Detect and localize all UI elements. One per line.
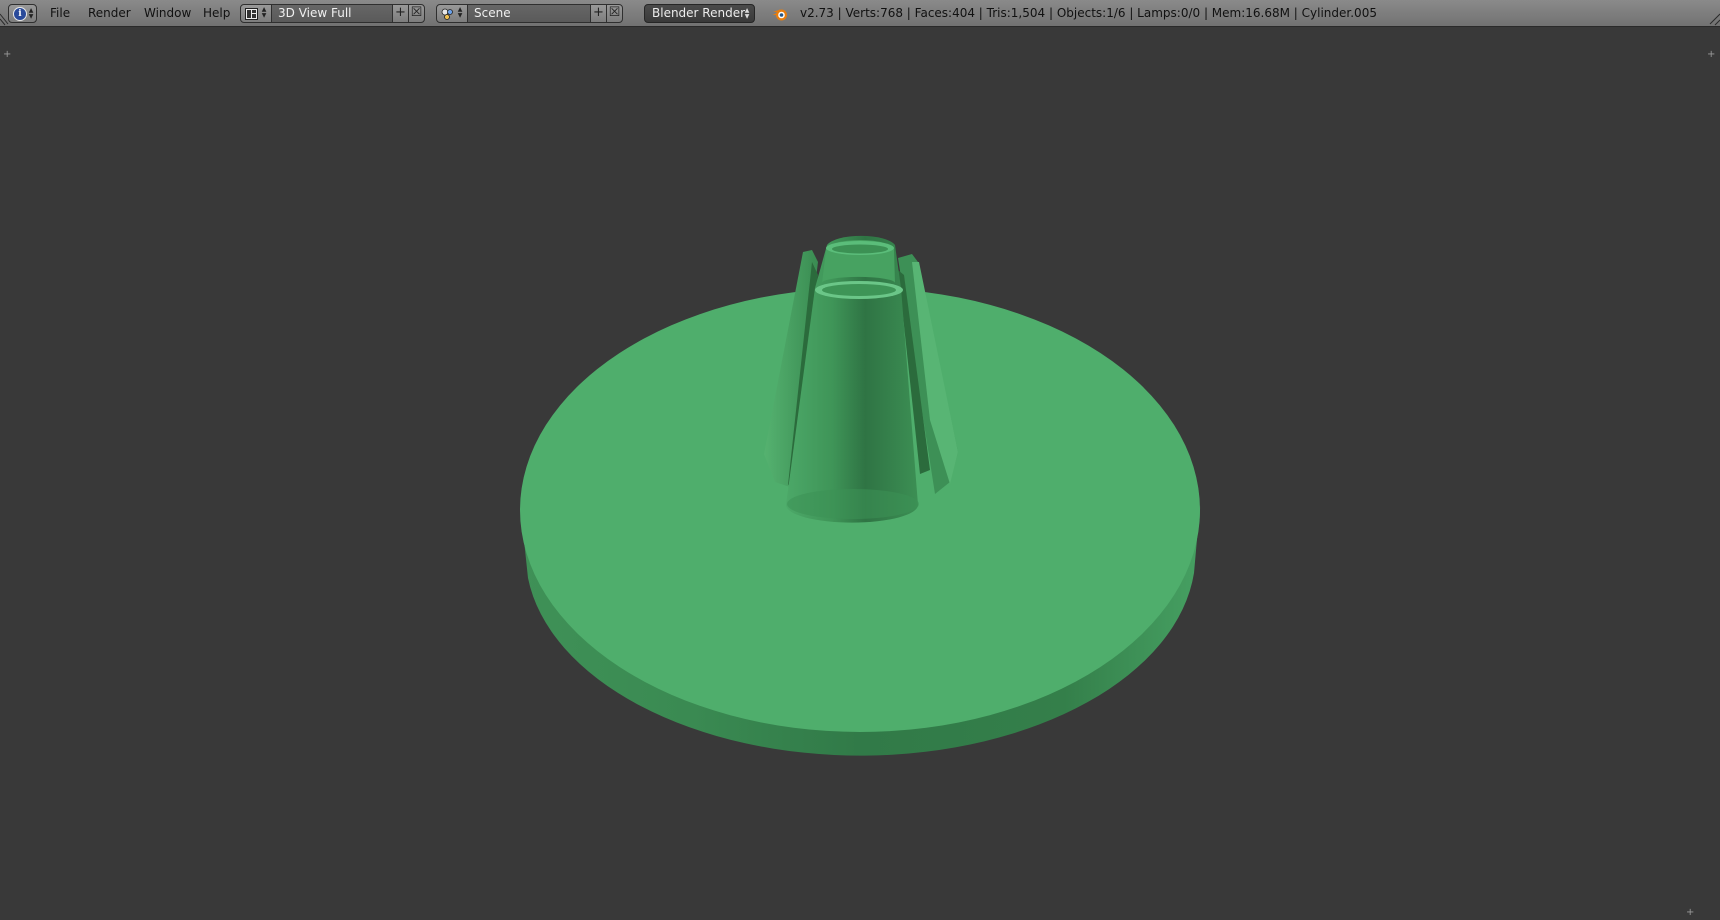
add-screen-button[interactable]: +	[392, 4, 409, 23]
scene-icon	[441, 8, 453, 20]
blender-window: i ▲ ▼ File Render Window Help ▲ ▼ 3D View …	[0, 0, 1720, 920]
scene-name-field[interactable]: Scene	[467, 4, 591, 23]
delete-scene-button[interactable]: ☒	[606, 4, 623, 23]
plus-icon: +	[395, 5, 406, 20]
scene-menu-button[interactable]: ▲ ▼	[436, 4, 468, 23]
cone-top-hole	[822, 284, 896, 296]
blender-logo-icon	[772, 9, 787, 21]
render-engine-dropdown[interactable]: Blender Render ▲ ▼	[644, 4, 755, 23]
up-down-arrows-icon: ▲ ▼	[457, 6, 463, 19]
editor-type-button[interactable]: i ▲ ▼	[8, 4, 37, 23]
up-down-arrows-icon: ▲ ▼	[261, 6, 267, 19]
scene-selector: ▲ ▼ Scene + ☒	[436, 4, 628, 23]
delete-screen-button[interactable]: ☒	[408, 4, 425, 23]
area-split-corner-icon[interactable]	[1708, 0, 1720, 27]
3d-viewport[interactable]: + + +	[0, 27, 1720, 920]
add-scene-button[interactable]: +	[590, 4, 607, 23]
screen-layout-name-field[interactable]: 3D View Full	[271, 4, 393, 23]
menu-render[interactable]: Render	[88, 6, 131, 20]
cone-tube-hole	[832, 244, 888, 254]
info-icon: i	[13, 7, 27, 21]
up-down-arrows-icon: ▲ ▼	[28, 7, 34, 20]
close-icon: ☒	[410, 5, 423, 20]
info-header: i ▲ ▼ File Render Window Help ▲ ▼ 3D View …	[0, 0, 1720, 27]
screen-layout-icon	[245, 8, 258, 20]
close-icon: ☒	[608, 5, 621, 20]
screen-layout-menu-button[interactable]: ▲ ▼	[240, 4, 272, 23]
cone-base	[787, 489, 919, 519]
menu-file[interactable]: File	[50, 6, 70, 20]
render-engine-label: Blender Render	[652, 6, 746, 20]
up-down-arrows-icon: ▲ ▼	[744, 7, 750, 20]
scene-statistics: v2.73 | Verts:768 | Faces:404 | Tris:1,5…	[800, 6, 1377, 20]
cylinder-mesh-object[interactable]	[0, 27, 1720, 920]
screen-layout-selector: ▲ ▼ 3D View Full + ☒	[240, 4, 430, 23]
menu-help[interactable]: Help	[203, 6, 230, 20]
menu-window[interactable]: Window	[144, 6, 191, 20]
plus-icon: +	[593, 5, 604, 20]
